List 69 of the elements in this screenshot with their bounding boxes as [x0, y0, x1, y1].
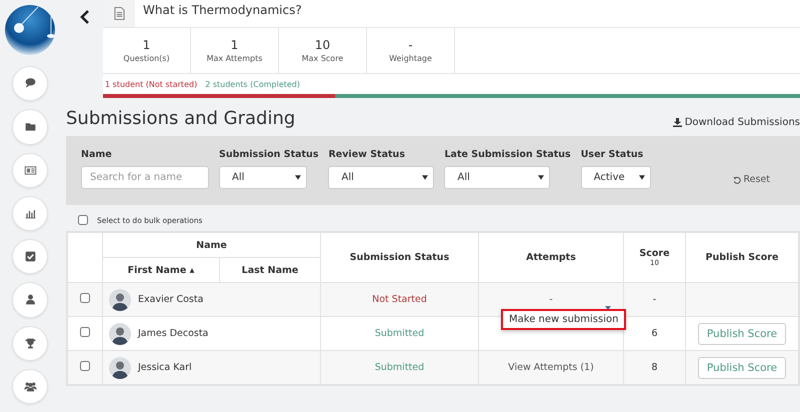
filter-label: Name — [81, 149, 113, 160]
attempts-text: - — [549, 294, 553, 305]
filter-dropdown[interactable]: All — [328, 166, 434, 189]
download-icon — [672, 118, 682, 127]
assignment-title: What is Thermodynamics? — [142, 2, 302, 19]
submission-status: Not Started — [372, 294, 427, 305]
attempts-text: View Attempts (1) — [508, 362, 594, 373]
stat-value: 10 — [314, 38, 330, 52]
avatar-icon — [109, 288, 131, 310]
group-icon — [24, 380, 36, 393]
undo-icon — [733, 176, 742, 184]
student-name: James Decosta — [138, 328, 208, 339]
student-name: Jessica Karl — [138, 362, 192, 373]
page-heading: Submissions and Grading — [66, 108, 296, 130]
stat-value: 1 — [230, 38, 238, 52]
avatar-icon — [109, 322, 131, 344]
stat-label: Question(s) — [123, 54, 170, 63]
stat-label: Weightage — [389, 54, 432, 63]
sidebar-button[interactable] — [12, 196, 48, 231]
logo-icon — [5, 5, 55, 55]
make-submission-menu-item[interactable]: Make new submission — [501, 309, 626, 330]
id-card-icon — [24, 164, 36, 177]
stat-label: Max Attempts — [206, 54, 262, 63]
name-search-field[interactable]: Search for a name — [81, 166, 209, 189]
sidebar-button[interactable] — [12, 152, 48, 188]
row-checkbox[interactable] — [80, 327, 90, 337]
stat-value: - — [408, 38, 413, 52]
filter-label: Submission Status — [219, 149, 318, 160]
stat-label: Max Score — [302, 54, 344, 63]
filter-label: Late Submission Status — [444, 149, 571, 160]
stat-value: 1 — [142, 38, 150, 52]
score-value: 8 — [651, 362, 658, 373]
caret-icon — [538, 175, 544, 180]
checkbox-icon — [24, 250, 36, 264]
column-header: Score — [638, 248, 671, 259]
back-chevron-icon — [80, 10, 90, 24]
person-icon — [24, 293, 36, 306]
caret-icon — [422, 175, 428, 180]
chat-bubble-icon — [24, 77, 36, 90]
download-link[interactable]: Download Submissions — [672, 117, 800, 130]
sidebar-button[interactable] — [12, 66, 48, 102]
sidebar-button[interactable] — [12, 326, 48, 361]
student-name: Exavier Costa — [138, 294, 204, 305]
sidebar-button[interactable] — [12, 282, 48, 318]
filter-label: Review Status — [328, 149, 406, 160]
document-icon — [114, 7, 124, 20]
caret-icon — [638, 175, 645, 180]
column-header: Submission Status — [320, 232, 478, 282]
submission-status: Submitted — [374, 362, 424, 373]
column-header: Name — [102, 232, 320, 258]
row-checkbox[interactable] — [80, 293, 90, 303]
sidebar-button[interactable] — [12, 239, 48, 274]
reset-link[interactable]: Reset — [733, 174, 770, 185]
filter-dropdown[interactable]: All — [219, 166, 307, 189]
filter-dropdown[interactable]: All — [444, 166, 550, 189]
score-value: 6 — [651, 328, 658, 339]
sidebar-button[interactable] — [12, 368, 48, 404]
caret-icon — [295, 175, 301, 180]
row-checkbox[interactable] — [80, 361, 90, 371]
sidebar-button[interactable] — [12, 109, 48, 144]
bulk-checkbox[interactable] — [78, 215, 88, 225]
avatar-icon — [109, 356, 131, 378]
progress-legend: 1 student (Not started) — [105, 80, 198, 89]
submission-status: Submitted — [374, 328, 424, 339]
score-value: - — [652, 294, 656, 305]
trophy-icon — [24, 336, 36, 350]
filter-dropdown[interactable]: Active — [580, 166, 651, 189]
progress-legend: 2 students (Completed) — [205, 80, 300, 89]
filter-label: User Status — [580, 149, 644, 160]
